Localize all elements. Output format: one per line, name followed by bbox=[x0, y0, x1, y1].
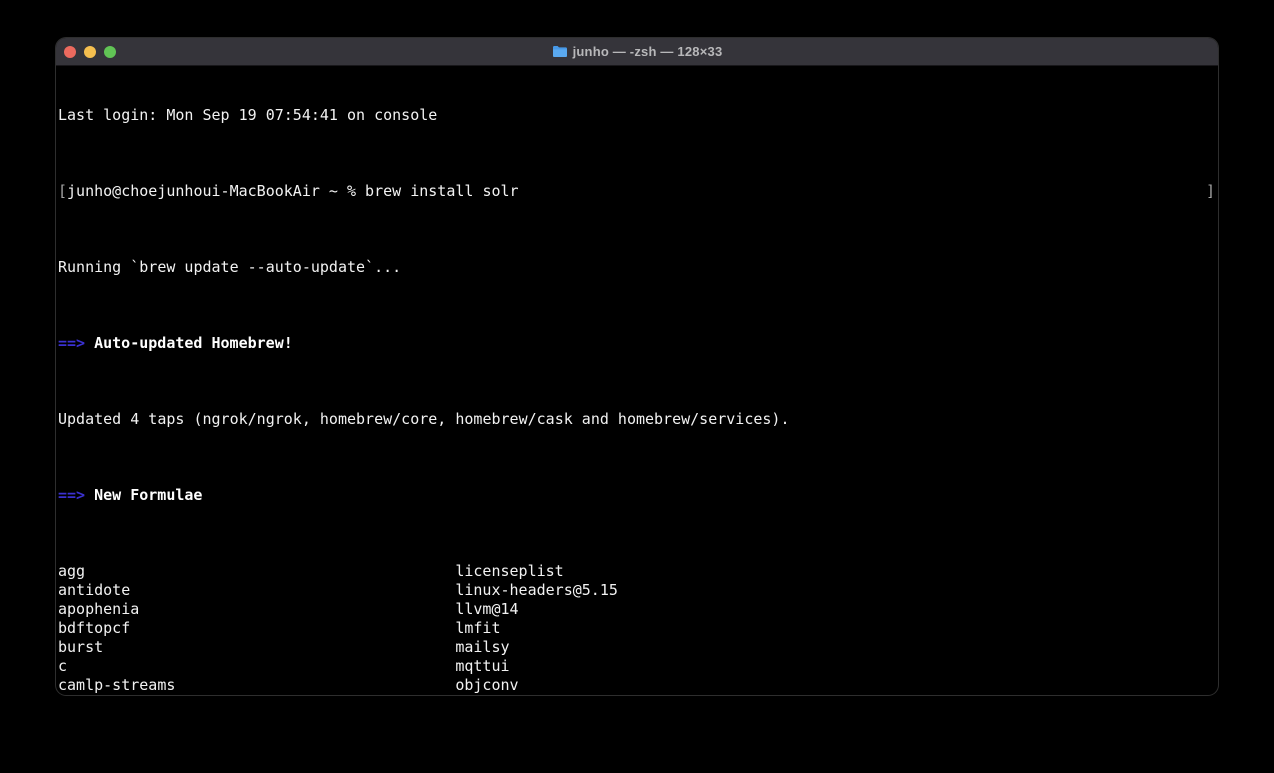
formula-name-right: lmfit bbox=[455, 619, 500, 637]
terminal-content[interactable]: Last login: Mon Sep 19 07:54:41 on conso… bbox=[56, 66, 1218, 695]
prompt-command-text: junho@choejunhoui-MacBookAir ~ % brew in… bbox=[67, 182, 519, 201]
formula-row: antidotelinux-headers@5.15 bbox=[58, 581, 1218, 600]
window-controls bbox=[56, 46, 116, 58]
formula-row: apopheniallvm@14 bbox=[58, 600, 1218, 619]
formula-name-left: c bbox=[58, 657, 455, 676]
formula-name-right: linux-headers@5.15 bbox=[455, 581, 618, 599]
formula-name-right: licenseplist bbox=[455, 562, 563, 580]
formula-name-left: apophenia bbox=[58, 600, 455, 619]
close-button[interactable] bbox=[64, 46, 76, 58]
prompt-mark-open: [ bbox=[58, 182, 67, 201]
terminal-line-new-formulae: ==> New Formulae bbox=[58, 486, 1218, 505]
terminal-line-auto-updated: ==> Auto-updated Homebrew! bbox=[58, 334, 1218, 353]
formula-row: agglicenseplist bbox=[58, 562, 1218, 581]
terminal-line-last-login: Last login: Mon Sep 19 07:54:41 on conso… bbox=[58, 106, 1218, 125]
formula-row: bdftopcflmfit bbox=[58, 619, 1218, 638]
formula-name-right: mailsy bbox=[455, 638, 509, 656]
formula-name-right: objconv bbox=[455, 676, 518, 694]
minimize-button[interactable] bbox=[84, 46, 96, 58]
formula-name-left: antidote bbox=[58, 581, 455, 600]
new-formulae-heading: New Formulae bbox=[94, 486, 202, 504]
homebrew-arrow: ==> bbox=[58, 486, 85, 504]
formula-name-left: bdftopcf bbox=[58, 619, 455, 638]
terminal-line-updated-taps: Updated 4 taps (ngrok/ngrok, homebrew/co… bbox=[58, 410, 1218, 429]
terminal-line-prompt: [junho@choejunhoui-MacBookAir ~ % brew i… bbox=[58, 182, 1218, 201]
terminal-line-running: Running `brew update --auto-update`... bbox=[58, 258, 1218, 277]
formula-name-right: mqttui bbox=[455, 657, 509, 675]
zoom-button[interactable] bbox=[104, 46, 116, 58]
formula-name-left: camlp-streams bbox=[58, 676, 455, 695]
formulae-list: agglicenseplistantidotelinux-headers@5.1… bbox=[58, 562, 1218, 695]
prompt-mark-close: ] bbox=[1206, 182, 1215, 201]
window-title-group: junho — -zsh — 128×33 bbox=[56, 38, 1218, 65]
window-title: junho — -zsh — 128×33 bbox=[573, 44, 723, 59]
formula-row: cmqttui bbox=[58, 657, 1218, 676]
auto-updated-text: Auto-updated Homebrew! bbox=[94, 334, 293, 352]
formula-name-left: agg bbox=[58, 562, 455, 581]
homebrew-arrow: ==> bbox=[58, 334, 85, 352]
terminal-window: junho — -zsh — 128×33 Last login: Mon Se… bbox=[56, 38, 1218, 695]
window-titlebar[interactable]: junho — -zsh — 128×33 bbox=[56, 38, 1218, 66]
formula-row: camlp-streamsobjconv bbox=[58, 676, 1218, 695]
formula-name-right: llvm@14 bbox=[455, 600, 518, 618]
folder-icon bbox=[552, 45, 568, 58]
prompt-line-spacer bbox=[519, 182, 1206, 201]
formula-row: burstmailsy bbox=[58, 638, 1218, 657]
formula-name-left: burst bbox=[58, 638, 455, 657]
